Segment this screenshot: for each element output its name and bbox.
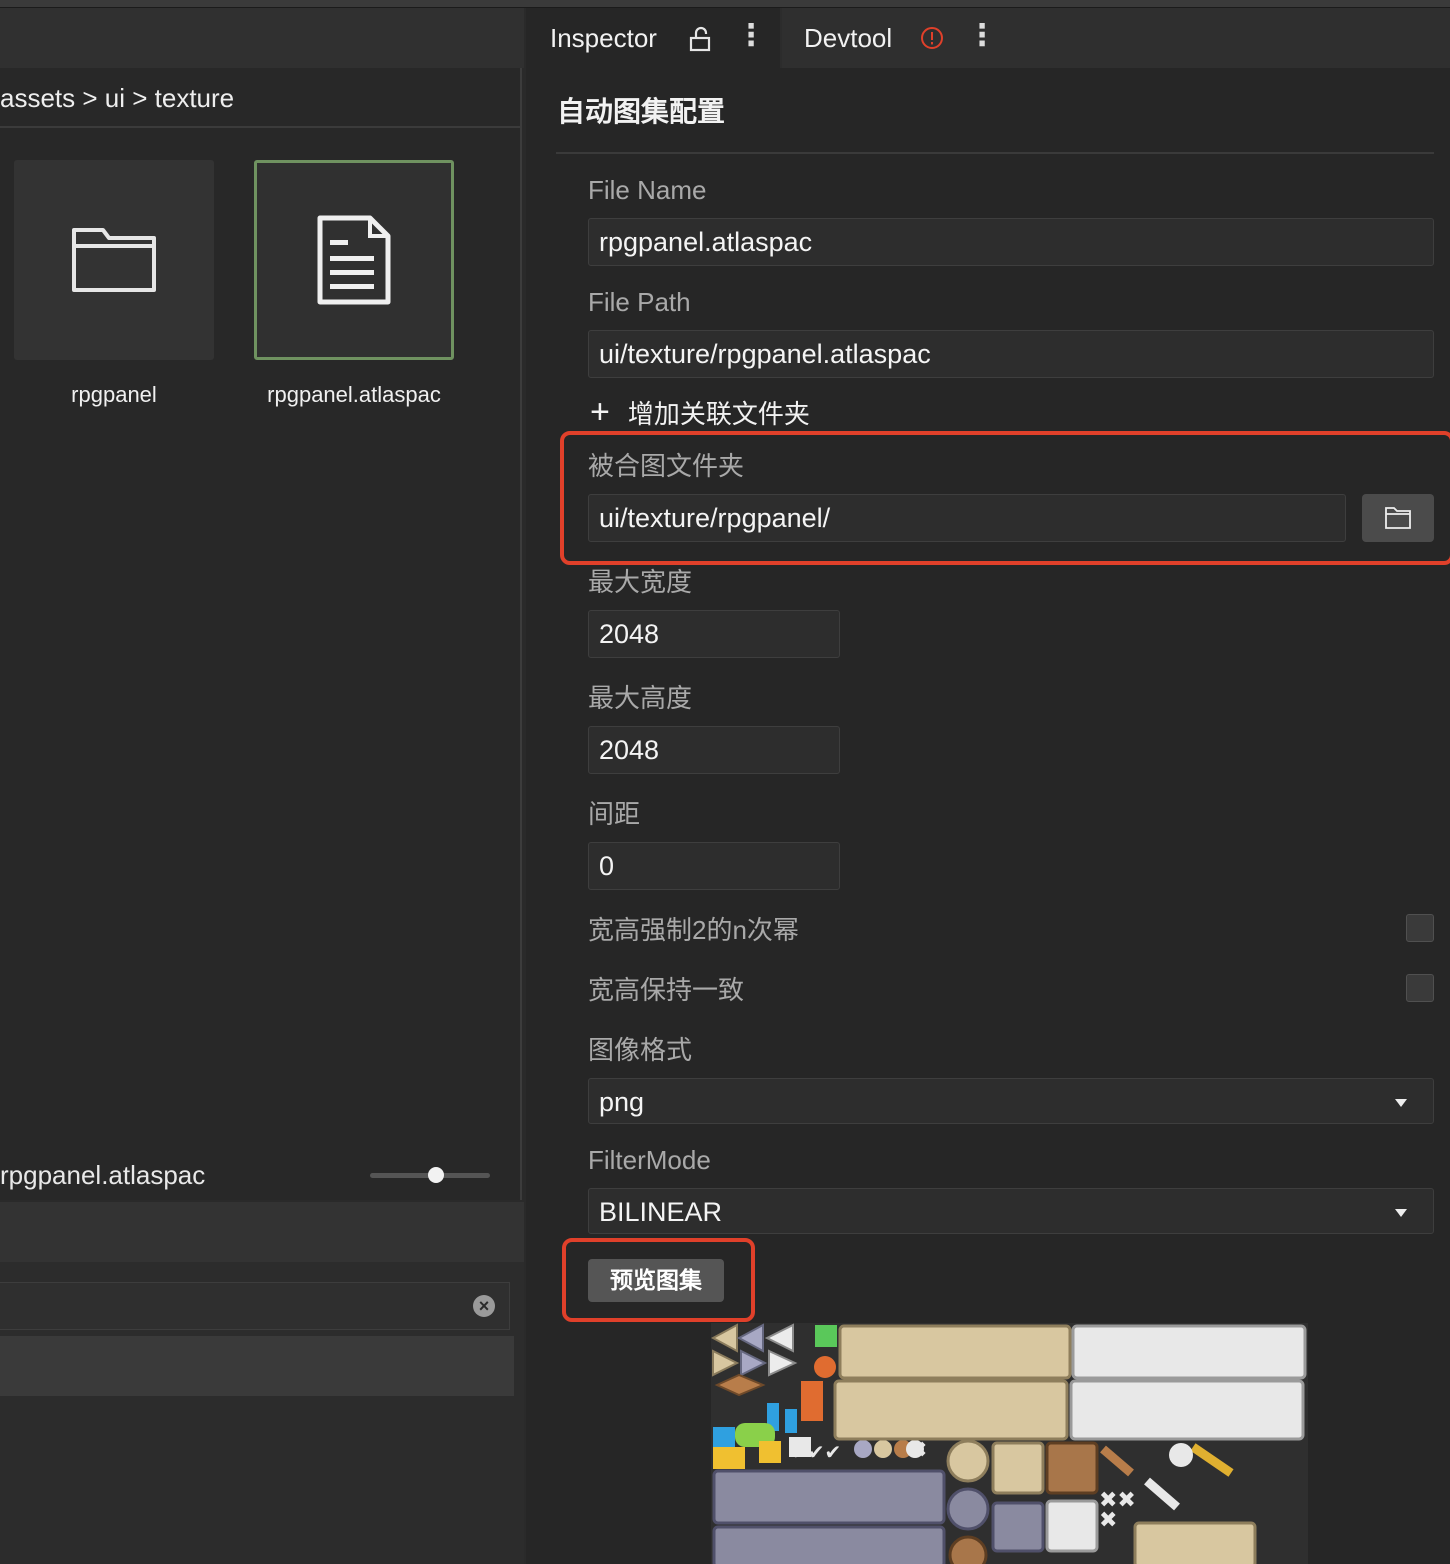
add-folder-button[interactable]: + 增加关联文件夹	[590, 392, 810, 434]
padding-field[interactable]: 0	[588, 842, 840, 890]
dropdown-arrow-icon	[1395, 1099, 1407, 1107]
title-divider	[556, 152, 1434, 154]
square-label: 宽高保持一致	[588, 975, 745, 1005]
tab-inspector-label: Inspector	[550, 23, 657, 53]
breadcrumb-divider	[0, 126, 520, 128]
pot-label: 宽高强制2的n次幂	[588, 915, 799, 945]
devtool-more-icon[interactable]: ⋮	[967, 6, 997, 66]
file-name-label: File Name	[588, 175, 707, 205]
preview-atlas-button[interactable]: 预览图集	[588, 1259, 724, 1302]
filter-mode-select-value: BILINEAR	[599, 1197, 723, 1227]
max-height-label: 最大高度	[588, 683, 693, 713]
page-title: 自动图集配置	[557, 96, 726, 127]
asset-label-folder: rpgpanel	[71, 382, 157, 407]
max-height-field[interactable]: 2048	[588, 726, 840, 774]
format-select-value: png	[599, 1087, 645, 1117]
document-icon	[317, 215, 391, 305]
warning-icon[interactable]	[920, 26, 944, 55]
selected-asset-name: rpgpanel.atlaspac	[0, 1160, 206, 1190]
format-select[interactable]: png	[588, 1078, 1434, 1124]
file-path-field[interactable]: ui/texture/rpgpanel.atlaspac	[588, 330, 1434, 378]
packed-folder-label: 被合图文件夹	[588, 451, 745, 481]
clear-search-icon[interactable]: ×	[473, 1295, 495, 1317]
breadcrumb[interactable]: assets > ui > texture	[0, 78, 234, 118]
left-toolbar	[0, 8, 524, 68]
unlock-icon[interactable]	[688, 26, 714, 57]
dropdown-arrow-icon	[1395, 1209, 1407, 1217]
folder-icon	[72, 228, 156, 292]
file-path-label: File Path	[588, 287, 691, 317]
svg-text:✔✔✔: ✔✔✔	[791, 1440, 841, 1464]
filter-mode-select[interactable]: BILINEAR	[588, 1188, 1434, 1234]
list-item[interactable]	[0, 1336, 514, 1396]
filter-mode-label: FilterMode	[588, 1145, 711, 1175]
svg-text:✖: ✖	[1099, 1508, 1117, 1533]
asset-label-document: rpgpanel.atlaspac	[267, 382, 441, 407]
max-width-label: 最大宽度	[588, 567, 693, 597]
top-divider	[0, 0, 1450, 8]
padding-label: 间距	[588, 799, 641, 829]
add-folder-label: 增加关联文件夹	[627, 399, 810, 429]
inspector-more-icon[interactable]: ⋮	[736, 6, 766, 66]
square-checkbox[interactable]	[1406, 974, 1434, 1002]
asset-tile-folder[interactable]	[14, 160, 214, 360]
tab-devtool-label: Devtool	[804, 23, 893, 53]
packed-folder-field[interactable]: ui/texture/rpgpanel/	[588, 494, 1346, 542]
lower-panel-header	[0, 1202, 524, 1262]
zoom-slider-handle[interactable]	[428, 1167, 444, 1183]
format-label: 图像格式	[588, 1035, 693, 1065]
svg-text:✖: ✖	[909, 1438, 927, 1463]
plus-icon: +	[590, 393, 610, 431]
max-width-field[interactable]: 2048	[588, 610, 840, 658]
pot-checkbox[interactable]	[1406, 914, 1434, 942]
search-input[interactable]	[0, 1282, 510, 1330]
asset-tile-document[interactable]	[254, 160, 454, 360]
browse-folder-button[interactable]	[1362, 494, 1434, 542]
atlas-preview-image: ✔✔✔ ✖ ✖✖ ✖	[711, 1323, 1308, 1564]
folder-icon	[1385, 507, 1411, 529]
file-name-field[interactable]: rpgpanel.atlaspac	[588, 218, 1434, 266]
